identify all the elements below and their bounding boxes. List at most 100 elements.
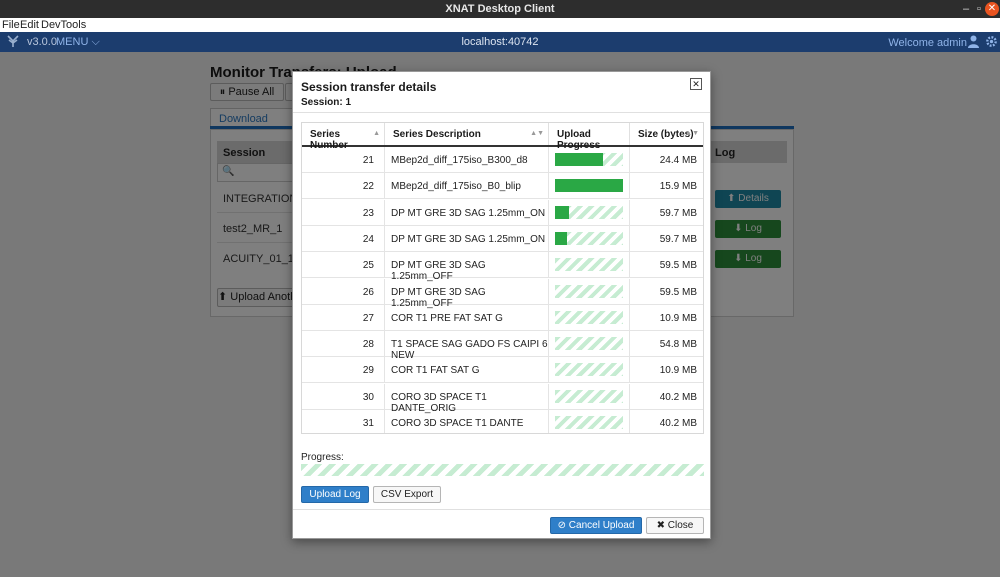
size-cell: 24.4 MB bbox=[659, 155, 697, 166]
size-cell: 15.9 MB bbox=[659, 181, 697, 193]
gear-icon[interactable] bbox=[985, 35, 998, 48]
series-number-cell: 29 bbox=[302, 357, 385, 384]
upload-progress-bar bbox=[555, 284, 623, 298]
sort-icon: ▲▼ bbox=[685, 130, 699, 137]
series-table: Series Number ▲ Series Description ▲▼ Up… bbox=[301, 122, 704, 434]
series-number-cell: 25 bbox=[302, 252, 385, 279]
welcome-user-link[interactable]: Welcome admin bbox=[888, 37, 967, 49]
upload-progress-cell bbox=[549, 383, 630, 410]
table-row[interactable]: 25 DP MT GRE 3D SAG 1.25mm_OFF 59.5 MB bbox=[302, 252, 703, 282]
menu-edit[interactable]: Edit bbox=[20, 19, 39, 31]
col-upload-progress: Upload Progress bbox=[549, 123, 630, 151]
size-cell: 59.7 MB bbox=[659, 233, 697, 245]
series-description-cell: DP MT GRE 3D SAG 1.25mm_OFF bbox=[385, 278, 549, 309]
cancel-upload-label: Cancel Upload bbox=[568, 520, 635, 531]
upload-progress-fill bbox=[555, 205, 569, 219]
table-row[interactable]: 30 CORO 3D SPACE T1 DANTE_ORIG 40.2 MB bbox=[302, 383, 703, 414]
col-series-description-label: Series Description bbox=[393, 129, 481, 140]
size-cell: 10.9 MB bbox=[659, 312, 697, 324]
size-cell: 54.8 MB bbox=[659, 339, 697, 351]
table-row[interactable]: 29 COR T1 FAT SAT G 10.9 MB bbox=[302, 357, 703, 384]
window-close-button[interactable]: ✕ bbox=[985, 2, 999, 16]
series-number-cell: 21 bbox=[302, 147, 385, 173]
close-label: Close bbox=[667, 520, 694, 531]
table-row[interactable]: 27 COR T1 PRE FAT SAT G 10.9 MB bbox=[302, 304, 703, 331]
table-row[interactable]: 23 DP MT GRE 3D SAG 1.25mm_ON 59.7 MB bbox=[302, 199, 703, 226]
menubar: File Edit DevTools bbox=[0, 18, 1000, 32]
upload-progress-cell bbox=[549, 225, 630, 252]
upload-progress-fill bbox=[555, 179, 623, 193]
session-label: Session: 1 bbox=[301, 97, 352, 108]
menu-devtools[interactable]: DevTools bbox=[41, 19, 86, 31]
upload-progress-fill bbox=[555, 231, 568, 245]
series-description-cell: MBep2d_diff_175iso_B0_blip bbox=[385, 173, 549, 200]
upload-progress-bar bbox=[555, 363, 623, 377]
series-description-cell: CORO 3D SPACE T1 DANTE bbox=[385, 410, 549, 433]
close-button[interactable]: ✖ Close bbox=[646, 517, 704, 534]
cancel-upload-button[interactable]: ⊘ Cancel Upload bbox=[550, 517, 642, 534]
size-cell: 59.5 MB bbox=[659, 286, 697, 298]
upload-progress-cell bbox=[549, 331, 630, 358]
series-number-cell: 28 bbox=[302, 331, 385, 358]
session-transfer-modal: Session transfer details Session: 1 ✕ Se… bbox=[292, 71, 711, 539]
table-row[interactable]: 28 T1 SPACE SAG GADO FS CAIPI 6 NEW 54.8 M… bbox=[302, 331, 703, 361]
series-description-cell: DP MT GRE 3D SAG 1.25mm_ON bbox=[385, 225, 549, 252]
cancel-circle-icon: ⊘ bbox=[557, 520, 566, 531]
upload-progress-bar bbox=[555, 231, 623, 245]
csv-export-button[interactable]: CSV Export bbox=[373, 486, 441, 503]
upload-progress-bar bbox=[555, 179, 623, 193]
window-title: XNAT Desktop Client bbox=[445, 3, 555, 15]
size-cell: 59.7 MB bbox=[659, 207, 697, 219]
upload-progress-bar bbox=[555, 337, 623, 351]
table-row[interactable]: 31 CORO 3D SPACE T1 DANTE 40.2 MB bbox=[302, 410, 703, 433]
series-description-cell: CORO 3D SPACE T1 DANTE_ORIG bbox=[385, 383, 549, 414]
os-titlebar: XNAT Desktop Client – ▫ ✕ bbox=[0, 0, 1000, 18]
sort-icon: ▲▼ bbox=[530, 130, 544, 137]
upload-progress-bar bbox=[555, 416, 623, 429]
table-row[interactable]: 21 MBep2d_diff_175iso_B300_d8 24.4 MB bbox=[302, 147, 703, 173]
table-row[interactable]: 22 MBep2d_diff_175iso_B0_blip 15.9 MB bbox=[302, 173, 703, 200]
series-number-cell: 23 bbox=[302, 199, 385, 226]
series-description-cell: DP MT GRE 3D SAG 1.25mm_OFF bbox=[385, 252, 549, 282]
upload-progress-cell bbox=[549, 410, 630, 433]
user-icon[interactable] bbox=[968, 35, 979, 48]
upload-progress-cell bbox=[549, 147, 630, 173]
series-description-cell: MBep2d_diff_175iso_B300_d8 bbox=[385, 147, 549, 173]
size-cell: 40.2 MB bbox=[659, 391, 697, 403]
upload-progress-bar bbox=[555, 310, 623, 324]
series-number-cell: 31 bbox=[302, 410, 385, 433]
series-description-cell: COR T1 PRE FAT SAT G bbox=[385, 304, 549, 331]
modal-title: Session transfer details bbox=[301, 80, 437, 94]
col-size[interactable]: Size (bytes) ▲▼ bbox=[630, 123, 703, 145]
upload-progress-cell bbox=[549, 199, 630, 226]
close-circle-icon: ✖ bbox=[656, 520, 666, 531]
size-cell: 40.2 MB bbox=[659, 418, 697, 429]
sort-asc-icon: ▲ bbox=[373, 130, 380, 137]
upload-progress-fill bbox=[555, 153, 603, 166]
series-number-cell: 24 bbox=[302, 225, 385, 252]
upload-progress-bar bbox=[555, 153, 623, 166]
size-cell: 59.5 MB bbox=[659, 260, 697, 272]
upload-progress-cell bbox=[549, 357, 630, 384]
series-description-cell: COR T1 FAT SAT G bbox=[385, 357, 549, 384]
modal-header-divider bbox=[293, 112, 710, 113]
upload-log-button[interactable]: Upload Log bbox=[301, 486, 369, 503]
menu-file[interactable]: File bbox=[2, 19, 20, 31]
upload-progress-bar bbox=[555, 258, 623, 272]
series-number-cell: 30 bbox=[302, 383, 385, 410]
overall-progress-bar bbox=[301, 464, 704, 476]
table-row[interactable]: 24 DP MT GRE 3D SAG 1.25mm_ON 59.7 MB bbox=[302, 225, 703, 252]
series-description-cell: DP MT GRE 3D SAG 1.25mm_ON bbox=[385, 199, 549, 226]
series-number-cell: 22 bbox=[302, 173, 385, 200]
col-series-description[interactable]: Series Description ▲▼ bbox=[385, 123, 549, 145]
upload-progress-bar bbox=[555, 389, 623, 403]
upload-progress-bar bbox=[555, 205, 623, 219]
app-header: v3.0.0 MENU ⌵ localhost:40742 Welcome ad… bbox=[0, 32, 1000, 52]
table-row[interactable]: 26 DP MT GRE 3D SAG 1.25mm_OFF 59.5 MB bbox=[302, 278, 703, 309]
upload-progress-cell bbox=[549, 304, 630, 331]
series-number-cell: 27 bbox=[302, 304, 385, 331]
col-series-number[interactable]: Series Number ▲ bbox=[302, 123, 385, 151]
close-icon[interactable]: ✕ bbox=[690, 78, 702, 90]
upload-progress-cell bbox=[549, 278, 630, 305]
upload-progress-cell bbox=[549, 252, 630, 279]
